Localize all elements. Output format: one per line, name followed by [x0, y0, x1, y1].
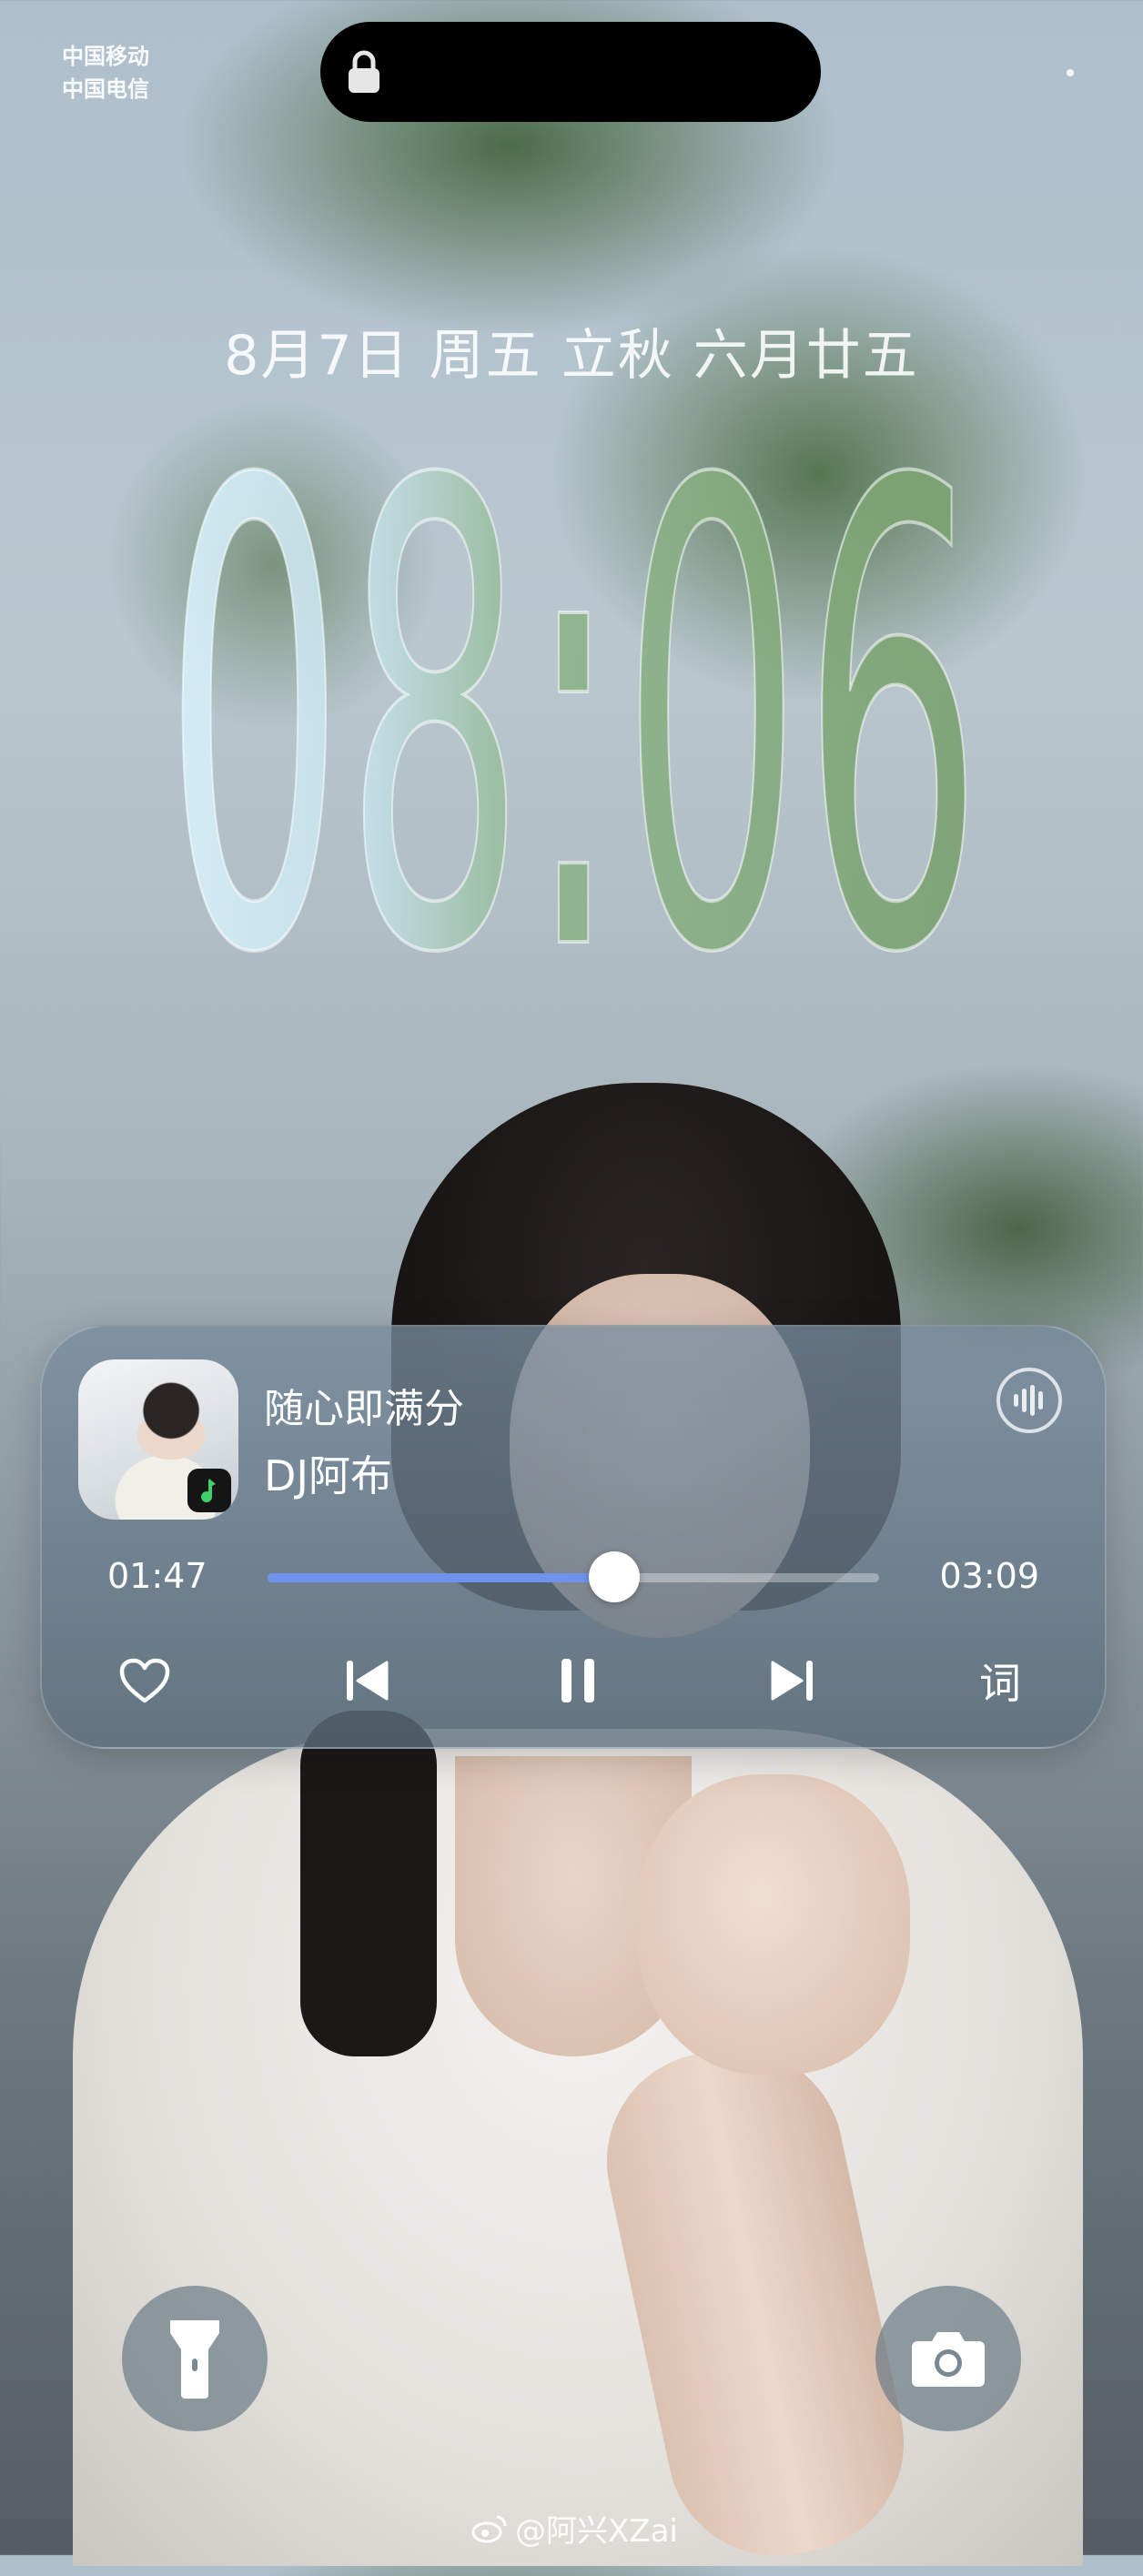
pause-button[interactable]: [546, 1649, 610, 1712]
music-player-widget[interactable]: 随心即满分 DJ阿布 01:47 03:09 词: [40, 1325, 1107, 1749]
clock-digits: 08:06: [164, 419, 983, 965]
album-cover[interactable]: [78, 1359, 238, 1520]
camera-icon: [912, 2332, 985, 2387]
privacy-indicator-dot: [1067, 69, 1074, 76]
music-note-icon: [201, 1479, 216, 1503]
heart-icon: [119, 1658, 170, 1703]
lock-date: 8月7日 周五 立秋 六月廿五: [224, 324, 919, 388]
lock-icon: [349, 50, 379, 93]
current-time: 01:47: [107, 1556, 207, 1596]
song-artist: DJ阿布: [264, 1451, 392, 1500]
flashlight-button[interactable]: [122, 2286, 268, 2431]
lock-clock: 08:06: [162, 419, 985, 965]
next-track-icon: [771, 1661, 813, 1701]
flashlight-icon: [170, 2320, 219, 2399]
watermark: @阿兴XZai: [471, 2506, 678, 2551]
progress-fill: [268, 1573, 614, 1582]
previous-track-icon: [347, 1661, 389, 1701]
total-time: 03:09: [939, 1556, 1039, 1596]
watermark-text: @阿兴XZai: [515, 2513, 678, 2550]
sound-wave-icon[interactable]: [994, 1365, 1065, 1436]
wallpaper-braid: [300, 1711, 437, 2056]
song-title: 随心即满分: [264, 1386, 464, 1432]
progress-bar[interactable]: [268, 1551, 879, 1602]
carrier-2: 中国电信: [62, 76, 149, 102]
pause-icon: [561, 1659, 594, 1702]
dynamic-island[interactable]: [320, 22, 821, 122]
progress-knob[interactable]: [588, 1551, 640, 1602]
next-button[interactable]: [761, 1649, 824, 1712]
wallpaper-hands: [637, 1774, 910, 2075]
carrier-info: 中国移动 中国电信: [62, 40, 149, 106]
camera-button[interactable]: [875, 2286, 1021, 2431]
music-app-badge: [187, 1469, 231, 1512]
weibo-icon: [471, 2515, 507, 2542]
favorite-button[interactable]: [113, 1649, 177, 1712]
previous-button[interactable]: [335, 1649, 399, 1712]
lyrics-button[interactable]: 词: [968, 1649, 1032, 1712]
carrier-1: 中国移动: [62, 44, 149, 69]
